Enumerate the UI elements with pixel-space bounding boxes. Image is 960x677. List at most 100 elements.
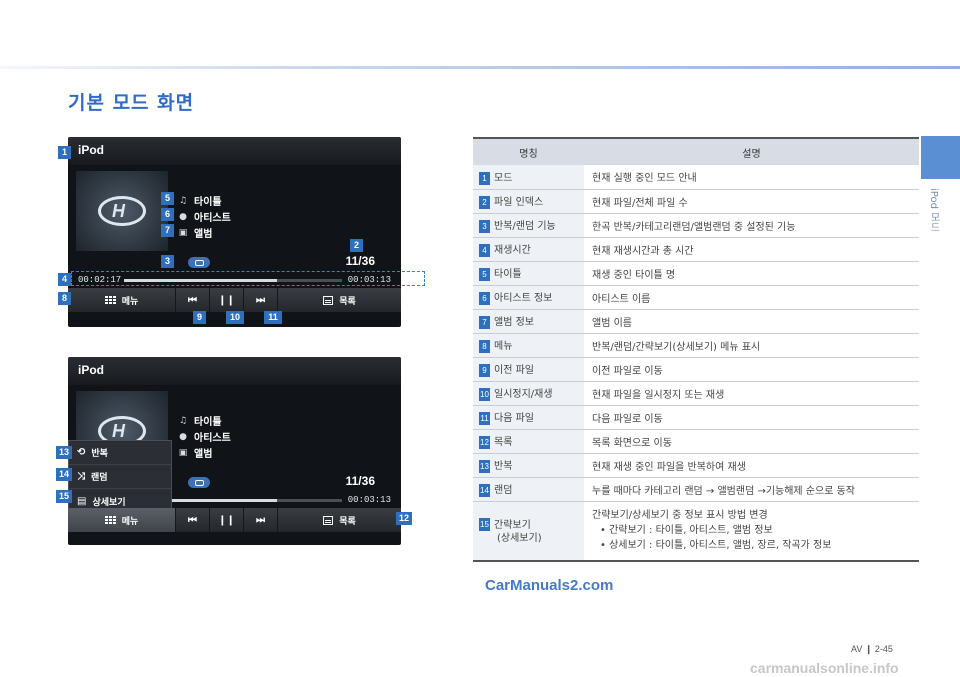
row-description: 한곡 반복/카테고리랜덤/앨범랜덤 중 설정된 기능	[584, 213, 919, 238]
callout-6: 6	[161, 208, 174, 221]
row-number-badge: 14	[479, 483, 490, 497]
row-description: 현재 실행 중인 모드 안내	[584, 165, 919, 190]
row-name: 파일 인덱스	[494, 197, 544, 209]
next-button[interactable]: ⏭	[244, 288, 278, 312]
track-album-row: ▣ 앨범	[178, 225, 213, 241]
row-name-cell: 8 메뉴	[473, 333, 584, 358]
repeat-mode-icon	[188, 477, 210, 488]
row-name: 일시정지/재생	[494, 389, 553, 401]
track-title-row: ♫ 타이틀	[178, 193, 222, 209]
callout-14: 14	[56, 468, 72, 481]
skip-back-icon: ⏮	[188, 294, 197, 306]
bullet-item: • 상세보기 : 타이틀, 아티스트, 앨범, 장르, 작곡가 정보	[600, 540, 832, 552]
player-screen-basic: iPod H ♫ 타이틀 ● 아티스트 ▣ 앨범 11/36 00:02:17 00:…	[68, 137, 401, 327]
skip-forward-icon: ⏭	[256, 514, 265, 526]
row-number-badge: 3	[479, 219, 490, 233]
column-header-description: 설명	[584, 137, 919, 165]
row-name: 다음 파일	[494, 413, 534, 425]
row-description: 현재 파일/전체 파일 수	[584, 189, 919, 214]
callout-2: 2	[350, 239, 363, 252]
row-name: 랜덤	[494, 485, 513, 497]
row-name-cell: 10 일시정지/재생	[473, 381, 584, 406]
row-description: 반복/랜덤/간략보기(상세보기) 메뉴 표시	[584, 333, 919, 358]
row-name-cell: 1 모드	[473, 165, 584, 190]
row-number-badge: 5	[479, 267, 490, 281]
row-name-cell: 14 랜덤	[473, 477, 584, 502]
row-name-sub: (상세보기)	[497, 533, 542, 544]
file-index: 11/36	[345, 474, 375, 488]
table-header-row: 명칭 설명	[473, 137, 919, 165]
row-name-cell: 9 이전 파일	[473, 357, 584, 382]
player-screen-menu: iPod H ♫ 타이틀 ● 아티스트 ▣ 앨범 11/36 00:03:13 ⟲ 반복…	[68, 357, 401, 545]
row-name: 이전 파일	[494, 365, 534, 377]
list-button[interactable]: 목록	[278, 508, 401, 532]
pause-button[interactable]: ❙❙	[210, 288, 244, 312]
prev-button[interactable]: ⏮	[176, 508, 210, 532]
shuffle-icon: ⤨	[77, 471, 85, 482]
popup-label: 상세보기	[92, 497, 126, 508]
row-number-badge: 13	[479, 459, 490, 473]
track-album-row: ▣ 앨범	[178, 445, 213, 461]
bullet-item: • 간략보기 : 타이틀, 아티스트, 앨범 정보	[600, 525, 773, 537]
callout-10: 10	[226, 311, 244, 324]
prev-button[interactable]: ⏮	[176, 288, 210, 312]
repeat-mode-icon	[188, 257, 210, 268]
page-number: AV ❙ 2-45	[851, 644, 893, 654]
menu-button[interactable]: 메뉴	[68, 288, 176, 312]
menu-label: 메뉴	[121, 516, 139, 527]
callout-13: 13	[56, 446, 72, 459]
row-number-badge: 6	[479, 291, 490, 305]
grid-icon	[104, 295, 116, 305]
menu-button[interactable]: 메뉴	[68, 508, 176, 532]
artist-icon: ●	[179, 211, 187, 222]
popup-item-repeat[interactable]: ⟲ 반복	[69, 441, 171, 465]
description-table: 명칭 설명 1 모드 현재 실행 중인 모드 안내 2 파일 인덱스 현재 파일/전체 파…	[473, 137, 919, 562]
list-button[interactable]: 목록	[278, 288, 401, 312]
row-name: 재생시간	[494, 245, 531, 257]
bullet-text: 상세보기 : 타이틀, 아티스트, 앨범, 장르, 작곡가 정보	[609, 540, 832, 552]
album-icon: ▣	[178, 447, 188, 458]
file-index: 11/36	[345, 254, 375, 268]
row-name: 간략보기	[494, 519, 531, 531]
list-label: 목록	[339, 516, 356, 527]
table-row: 4 재생시간 현재 재생시간과 총 시간	[473, 237, 919, 262]
callout-15: 15	[56, 490, 72, 503]
column-header-name: 명칭	[473, 137, 584, 165]
list-icon	[323, 515, 334, 525]
row-number-badge: 8	[479, 339, 490, 353]
album-art: H	[76, 171, 168, 251]
table-row: 6 아티스트 정보 아티스트 이름	[473, 285, 919, 310]
pause-icon: ❙❙	[218, 514, 235, 526]
row-description: 현재 파일을 일시정지 또는 재생	[584, 381, 919, 406]
chapter-tab	[921, 136, 960, 179]
row-description-cell: 간략보기/상세보기 중 정보 표시 방법 변경 • 간략보기 : 타이틀, 아티스…	[584, 501, 919, 562]
row-name-cell: 11 다음 파일	[473, 405, 584, 430]
row-name: 앨범 정보	[494, 317, 534, 329]
callout-8: 8	[58, 292, 71, 305]
row-name-cell: 15 간략보기 (상세보기)	[473, 501, 584, 562]
next-button[interactable]: ⏭	[244, 508, 278, 532]
row-name-cell: 7 앨범 정보	[473, 309, 584, 334]
skip-forward-icon: ⏭	[256, 294, 265, 306]
table-row: 3 반복/랜덤 기능 한곡 반복/카테고리랜덤/앨범랜덤 중 설정된 기능	[473, 213, 919, 238]
row-number-badge: 1	[479, 171, 490, 185]
row-name: 목록	[494, 437, 513, 449]
row-description: 앨범 이름	[584, 309, 919, 334]
row-name: 반복/랜덤 기능	[494, 221, 556, 233]
row-number-badge: 11	[479, 411, 490, 425]
row-description: 이전 파일로 이동	[584, 357, 919, 382]
pause-icon: ❙❙	[218, 294, 235, 306]
pause-button[interactable]: ❙❙	[210, 508, 244, 532]
popup-item-random[interactable]: ⤨ 랜덤	[69, 465, 171, 489]
track-album: 앨범	[194, 229, 213, 240]
track-title: 타이틀	[194, 197, 222, 208]
bullet-text: 간략보기 : 타이틀, 아티스트, 앨범 정보	[609, 525, 773, 537]
callout-7: 7	[161, 224, 174, 237]
row-name: 아티스트 정보	[494, 293, 553, 305]
callout-5: 5	[161, 192, 174, 205]
track-album: 앨범	[194, 449, 213, 460]
mode-title: iPod	[78, 363, 104, 377]
row-number-badge: 12	[479, 435, 490, 449]
table-row: 11 다음 파일 다음 파일로 이동	[473, 405, 919, 430]
detail-view-icon: ▤	[77, 495, 87, 507]
